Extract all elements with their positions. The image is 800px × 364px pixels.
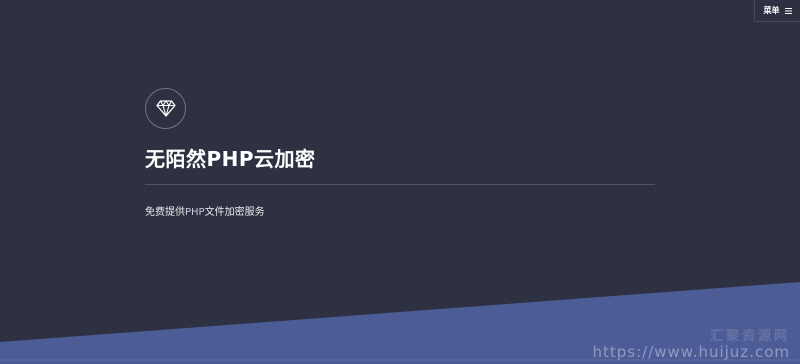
watermark-text: 汇聚资源网 <box>709 329 790 344</box>
menu-label: 菜单 <box>763 6 780 15</box>
page: 菜单 无陌然PHP云加密 免费提供PHP文件加密服务 汇聚资源网 https:/… <box>0 0 800 364</box>
subtitle: 免费提供PHP文件加密服务 <box>145 203 265 218</box>
menu-button[interactable]: 菜单 <box>754 0 800 22</box>
page-title: 无陌然PHP云加密 <box>145 147 316 171</box>
logo <box>145 88 186 129</box>
subtitle-suffix: 文件加密服务 <box>204 207 265 218</box>
watermark-url: https://www.huijuz.com <box>592 343 790 361</box>
subtitle-prefix: 免费提供 <box>145 207 185 218</box>
watermark: 汇聚资源网 https://www.huijuz.com <box>593 330 791 360</box>
subtitle-accent: PHP <box>185 207 205 218</box>
diamond-icon <box>155 100 176 117</box>
divider <box>145 184 655 185</box>
hamburger-icon <box>784 7 792 14</box>
